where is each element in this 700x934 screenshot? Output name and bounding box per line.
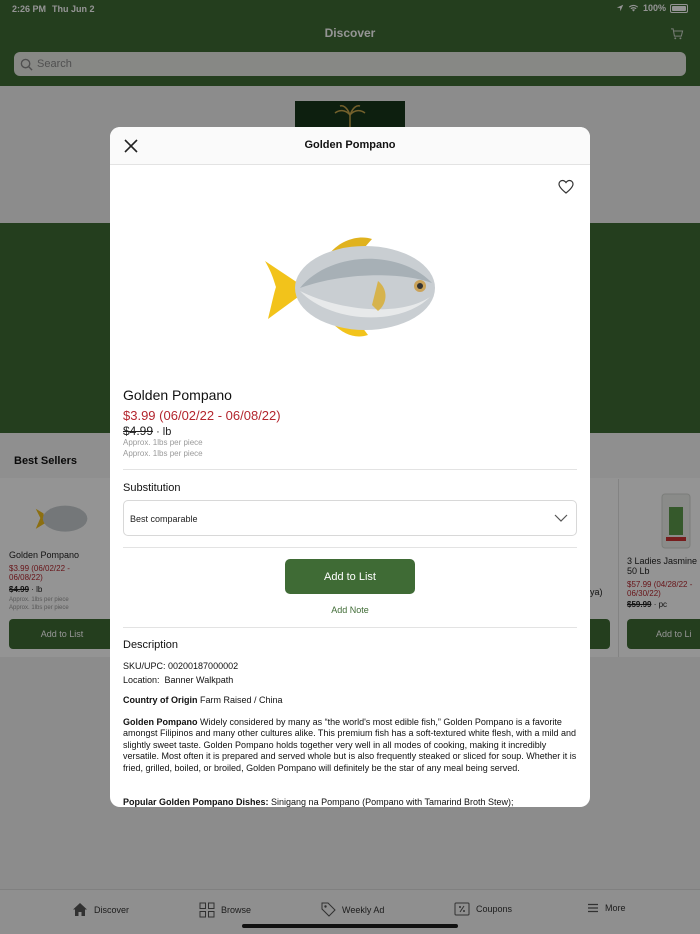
description-bold: Golden Pompano (123, 717, 198, 727)
location-line: Location: Banner Walkpath (123, 675, 233, 685)
sale-price: $3.99 (06/02/22 - 06/08/22) (123, 408, 281, 423)
substitution-select[interactable]: Best comparable (123, 500, 577, 536)
location-value: Banner Walkpath (159, 675, 234, 685)
substitution-value: Best comparable (130, 514, 198, 524)
sku-line: SKU/UPC: 00200187000002 (123, 661, 238, 671)
divider (123, 469, 577, 470)
heart-icon[interactable] (558, 179, 574, 195)
modal-title: Golden Pompano (304, 139, 396, 151)
add-note-link[interactable]: Add Note (110, 605, 590, 615)
product-detail-modal: Golden Pompano Golden Pompano $3.99 (06/… (110, 127, 590, 807)
description-text: Golden Pompano Widely considered by many… (123, 717, 577, 774)
origin-line: Country of Origin Farm Raised / China (123, 695, 283, 705)
product-name: Golden Pompano (123, 387, 232, 403)
sale-dates: (06/02/22 - 06/08/22) (159, 408, 281, 423)
regular-price-value: $4.99 (123, 424, 154, 438)
sku-label: SKU/UPC: (123, 661, 166, 671)
popular-dishes: Popular Golden Pompano Dishes: Sinigang … (123, 797, 577, 807)
home-indicator[interactable] (242, 924, 458, 928)
modal-header: Golden Pompano (110, 127, 590, 165)
approx-weight: Approx. 1lbs per piece (123, 449, 203, 458)
divider (123, 627, 577, 628)
approx-weight: Approx. 1lbs per piece (123, 438, 203, 447)
add-to-list-button[interactable]: Add to List (285, 559, 415, 594)
origin-label: Country of Origin (123, 695, 198, 705)
sku-value: 00200187000002 (165, 661, 239, 671)
sale-price-value: $3.99 (123, 408, 156, 423)
regular-price: $4.99 · lb (123, 424, 171, 438)
substitution-label: Substitution (123, 482, 181, 494)
description-title: Description (123, 639, 179, 651)
product-image (265, 237, 435, 337)
dishes-value: Sinigang na Pompano (Pompano with Tamari… (268, 797, 514, 807)
location-label: Location: (123, 675, 160, 685)
origin-value: Farm Raised / China (197, 695, 283, 705)
price-unit: · lb (153, 426, 172, 438)
chevron-down-icon (554, 514, 568, 522)
divider (123, 547, 577, 548)
dishes-label: Popular Golden Pompano Dishes: (123, 797, 269, 807)
